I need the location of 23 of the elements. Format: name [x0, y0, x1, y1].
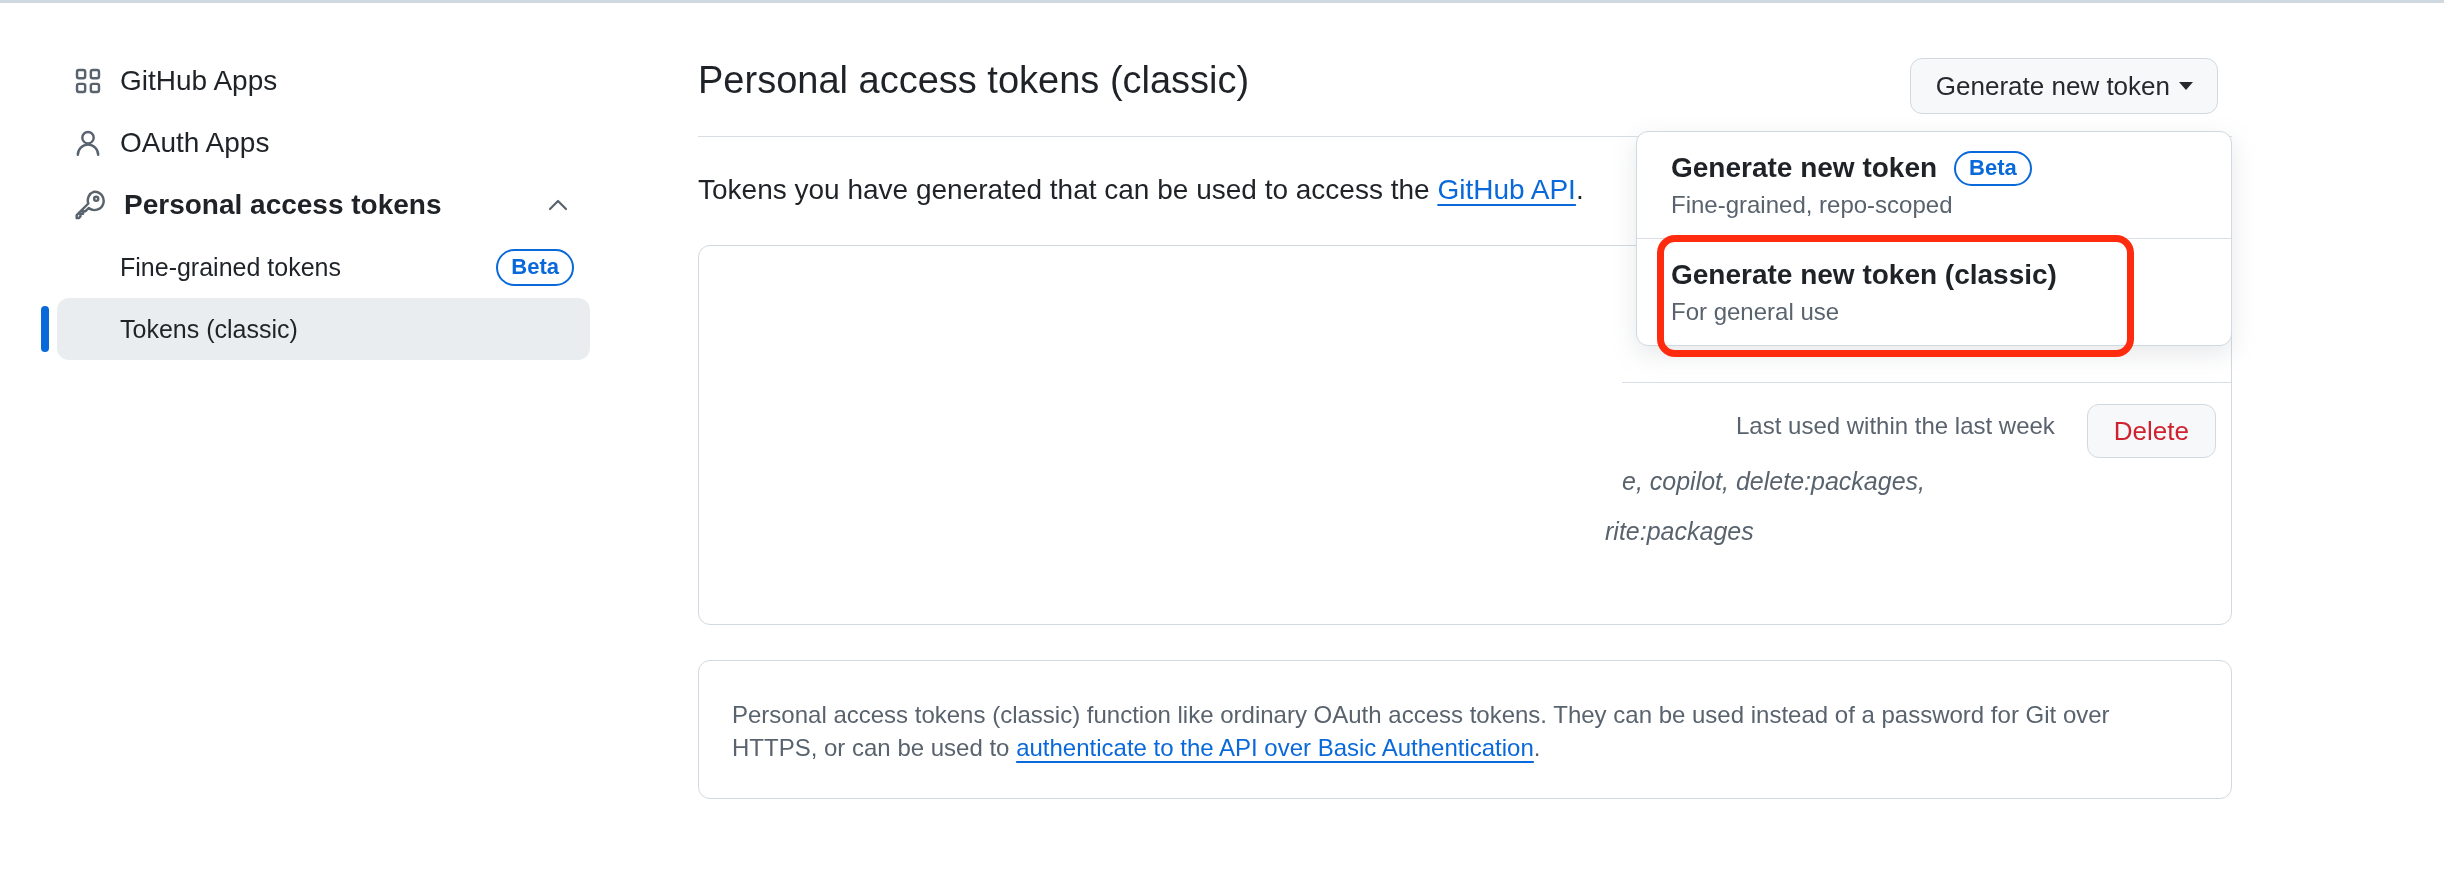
page-title: Personal access tokens (classic)	[698, 58, 1250, 103]
apps-grid-icon	[75, 68, 101, 94]
beta-badge: Beta	[1954, 150, 2032, 186]
scopes-text: rite:packages	[1605, 516, 1754, 547]
generate-token-button[interactable]: Generate new token	[1909, 58, 2218, 114]
github-api-link[interactable]: GitHub API	[1437, 174, 1576, 205]
caret-down-icon	[2179, 82, 2193, 90]
sidebar-item[interactable]: OAuth Apps	[57, 112, 590, 174]
sidebar-item[interactable]: Personal access tokens	[57, 174, 590, 236]
basic-auth-link[interactable]: authenticate to the API over Basic Authentication	[1016, 734, 1534, 761]
active-indicator	[41, 306, 49, 352]
key-icon	[75, 190, 105, 220]
info-note: Personal access tokens (classic) function like ordinary OAuth access tokens. They can be used instead of a password for Git over HTTPS, or can be used to authenticate to the API over Basic Authentication.	[698, 660, 2232, 799]
beta-badge: Beta	[496, 248, 574, 286]
sidebar-item[interactable]: Fine-grained tokens Beta	[57, 236, 590, 298]
delete-button[interactable]: Delete	[2086, 404, 2216, 458]
last-used-text: Last used within the last week	[1736, 411, 2055, 441]
sidebar-item[interactable]: Tokens (classic)	[57, 298, 590, 360]
scopes-text: e, copilot, delete:packages,	[1622, 466, 1925, 497]
person-icon	[75, 130, 101, 156]
menu-item[interactable]: Generate new token Beta Fine-grained, repo-scoped	[1637, 132, 2231, 238]
sidebar-item[interactable]: GitHub Apps	[57, 50, 590, 112]
menu-item[interactable]: Generate new token (classic) For general use	[1637, 239, 2231, 345]
